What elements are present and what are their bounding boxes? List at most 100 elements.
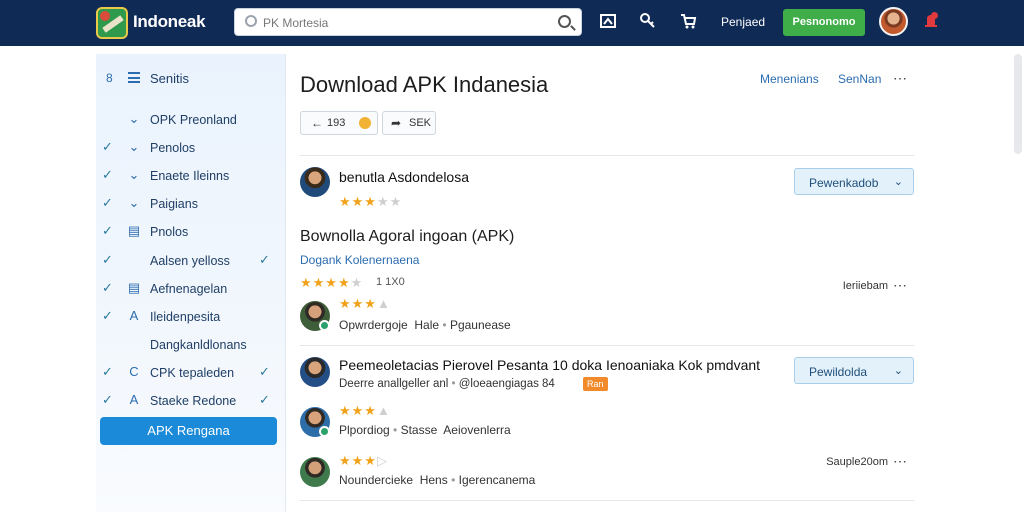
sidebar-item-label: Aalsen yelloss [150, 254, 230, 268]
sidebar-item-11[interactable]: ✓ A Staeke Redone ✓ [96, 389, 286, 413]
sidebar-item-9[interactable]: Dangkanldlonans [96, 333, 286, 357]
scrollbar-thumb[interactable] [1014, 54, 1022, 154]
review-meta: Plpordiog • Stasse Aeiovenlerra [339, 423, 511, 437]
header-link-1[interactable]: Menenians [760, 72, 819, 86]
chevron-down-icon: ⌄ [128, 139, 140, 154]
cart-icon[interactable] [678, 12, 698, 32]
chevron-down-icon: ⌄ [128, 195, 140, 210]
check-icon: ✓ [102, 364, 113, 379]
reviewer-avatar[interactable] [300, 457, 330, 487]
search-lead-icon [245, 15, 257, 27]
chevron-down-icon: ⌄ [128, 167, 140, 182]
more-icon[interactable]: ⋯ [893, 277, 908, 294]
check-icon: ✓ [259, 364, 270, 379]
review-time: Sauple20om [826, 456, 888, 468]
document-icon: ▤ [127, 223, 141, 238]
check-icon: ✓ [102, 195, 113, 210]
sidebar-item-10[interactable]: ✓ C CPK tepaleden ✓ [96, 361, 286, 385]
app-logo[interactable] [96, 7, 128, 39]
sidebar-item-8[interactable]: ✓ A Ileidenpesita [96, 305, 286, 329]
notification-dot [931, 12, 938, 19]
page-title: Download APK Indanesia [300, 72, 549, 97]
sidebar-item-label: Penolos [150, 141, 196, 155]
letter-a-icon: A [129, 308, 139, 323]
image-icon[interactable] [598, 12, 618, 32]
download-button-label: Pewildolda [809, 365, 868, 379]
sidebar-header[interactable]: 8 Senitis [96, 66, 286, 90]
share-label: SEK [409, 117, 432, 129]
sidebar-item-1[interactable]: ⌄ OPK Preonland [96, 108, 286, 132]
star-rating: ★★★★★ [339, 194, 403, 209]
search-input[interactable] [263, 14, 543, 32]
bell-icon[interactable] [924, 12, 938, 30]
app-name[interactable]: benutla Asdondelosa [339, 169, 469, 185]
app-avatar[interactable] [300, 167, 330, 197]
header-link-2[interactable]: SenNan [838, 72, 881, 86]
review-text: Aeiovenlerra [443, 423, 511, 437]
search-icon[interactable] [558, 15, 571, 28]
section-star-rating: ★★★★★ [300, 275, 364, 290]
app-avatar[interactable] [300, 357, 330, 387]
sidebar-item-label: Dangkanldlonans [150, 338, 247, 352]
review-author: Opwrdergoje [339, 318, 408, 332]
sidebar-item-2[interactable]: ✓ ⌄ Penolos [96, 136, 286, 160]
top-nav-link[interactable]: Penjaed [721, 15, 765, 29]
divider [300, 345, 914, 346]
review-meta: Opwrdergoje Hale • Pgaunease [339, 318, 511, 332]
key-icon[interactable] [638, 12, 658, 32]
chevron-down-icon: ⌄ [893, 176, 903, 188]
app-meta-1: Deerre anallgeller anl [339, 378, 449, 390]
document-icon: ▤ [127, 280, 141, 295]
section-subtitle[interactable]: Dogank Kolenernaena [300, 253, 419, 267]
review-star-rating: ★★★▲ [339, 403, 391, 418]
review-author: Plpordiog [339, 423, 390, 437]
sidebar-item-4[interactable]: ✓ ⌄ Paigians [96, 192, 286, 216]
sidebar-item-label: Aefnenagelan [150, 282, 228, 296]
back-count-pill[interactable]: ← 193 [300, 111, 378, 135]
sidebar-item-label: OPK Preonland [150, 113, 237, 127]
download-button[interactable]: Pewenkadob ⌄ [794, 168, 914, 195]
check-icon: ✓ [259, 392, 270, 407]
sidebar-item-label: Staeke Redone [150, 394, 237, 408]
sidebar-item-3[interactable]: ✓ ⌄ Enaete Ileinns [96, 164, 286, 188]
check-icon: ✓ [102, 223, 113, 238]
download-button[interactable]: Pewildolda ⌄ [794, 357, 914, 384]
review-author: Noundercieke [339, 473, 414, 487]
app-name[interactable]: Peemeoletacias Pierovel Pesanta 10 doka … [339, 357, 760, 373]
review-place: Stasse [400, 423, 438, 437]
sidebar-item-label: Ileidenpesita [150, 310, 221, 324]
more-icon[interactable]: ⋯ [893, 453, 908, 470]
coin-icon [359, 117, 371, 129]
verified-badge-icon [319, 426, 330, 437]
download-button-label: Pewenkadob [809, 176, 879, 190]
chevron-down-icon: ⌄ [893, 365, 903, 377]
review-text: Pgaunease [449, 318, 511, 332]
sidebar-item-label: Paigians [150, 197, 198, 211]
user-avatar[interactable] [879, 7, 908, 36]
review-place: Hale [414, 318, 440, 332]
brand-name[interactable]: Indoneak [133, 12, 206, 32]
sidebar-item-active[interactable]: APK Rengana [100, 417, 277, 445]
letter-a-icon: A [129, 392, 139, 407]
divider [300, 500, 914, 501]
verified-badge-icon [319, 320, 330, 331]
sidebar-item-label: Enaete Ileinns [150, 169, 230, 183]
search-bar[interactable] [234, 8, 582, 36]
more-icon[interactable]: ⋯ [893, 70, 908, 87]
primary-cta-button[interactable]: Pesnonomo [783, 9, 865, 36]
check-icon: ✓ [102, 308, 113, 323]
sidebar-item-5[interactable]: ✓ ▤ Pnolos [96, 220, 286, 244]
app-meta-2: @loeaengiagas 84 [458, 378, 555, 390]
chevron-down-icon: ⌄ [128, 111, 140, 126]
check-icon: ✓ [259, 252, 270, 267]
sidebar-item-6[interactable]: ✓ Aalsen yelloss ✓ [96, 249, 286, 273]
share-pill[interactable]: ➦ SEK [382, 111, 436, 135]
sidebar-header-label: Senitis [150, 71, 190, 86]
check-icon: ✓ [102, 392, 113, 407]
pill-count: 193 [327, 117, 346, 129]
check-icon: ✓ [102, 280, 113, 295]
sidebar-item-7[interactable]: ✓ ▤ Aefnenagelan [96, 277, 286, 301]
back-arrow-icon: ← [311, 116, 323, 130]
check-icon: ✓ [102, 252, 113, 267]
review-star-rating: ★★★▷ [339, 453, 388, 468]
